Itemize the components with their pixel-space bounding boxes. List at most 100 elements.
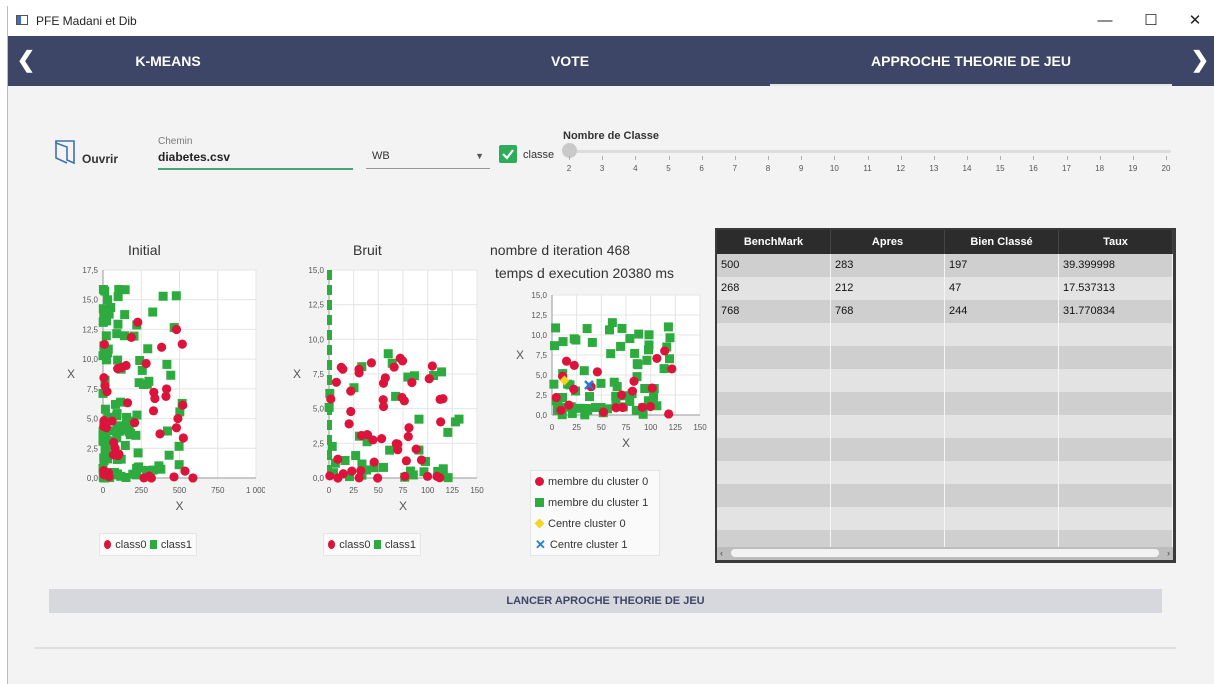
class0-point bbox=[148, 406, 159, 416]
scrollbar-thumb[interactable] bbox=[731, 549, 1159, 557]
table-cell bbox=[945, 323, 1059, 346]
table-row[interactable]: 500 283 197 39.399998 bbox=[717, 254, 1173, 277]
class1-point bbox=[643, 345, 653, 355]
y-tick-label: 7,5 bbox=[536, 351, 548, 360]
table-cell bbox=[831, 461, 945, 484]
x-tick-label: 100 bbox=[421, 486, 435, 495]
y-tick-label: 7,5 bbox=[313, 370, 325, 379]
table-row[interactable] bbox=[717, 484, 1173, 507]
table-row[interactable]: 768 768 244 31.770834 bbox=[717, 300, 1173, 323]
class0-point bbox=[569, 384, 579, 394]
class0-point bbox=[645, 401, 656, 412]
minimize-button[interactable]: — bbox=[1085, 10, 1125, 32]
class1-point bbox=[100, 404, 110, 414]
table-row[interactable] bbox=[717, 507, 1173, 530]
table-cell: 268 bbox=[717, 277, 831, 300]
y-tick-label: 15,0 bbox=[82, 296, 98, 305]
table-cell: 47 bbox=[945, 277, 1059, 300]
class1-point bbox=[112, 329, 122, 339]
path-input[interactable]: diabetes.csv bbox=[158, 150, 353, 170]
open-label[interactable]: Ouvrir bbox=[82, 152, 118, 166]
class1-point bbox=[154, 461, 164, 471]
y-tick-label: 10,0 bbox=[82, 355, 98, 364]
y-tick-label: 12,5 bbox=[82, 325, 98, 334]
class0-point bbox=[556, 405, 566, 415]
table-cell bbox=[831, 323, 945, 346]
class0-point bbox=[99, 339, 109, 349]
class1-point bbox=[101, 331, 111, 341]
class-count-slider[interactable] bbox=[568, 150, 1171, 153]
class0-point bbox=[569, 360, 579, 370]
class0-point bbox=[149, 387, 159, 397]
column-header-taux[interactable]: Taux bbox=[1059, 230, 1173, 254]
x-tick-label: 100 bbox=[644, 423, 658, 432]
open-file-button[interactable] bbox=[54, 138, 76, 171]
class0-point bbox=[432, 471, 442, 481]
class0-point bbox=[403, 431, 413, 442]
scroll-left-icon[interactable]: ‹ bbox=[720, 547, 723, 560]
scroll-right-icon[interactable]: › bbox=[1167, 547, 1170, 560]
horizontal-scrollbar[interactable]: ‹ › bbox=[717, 547, 1173, 560]
class1-point bbox=[351, 451, 361, 461]
y-tick-label: 15,0 bbox=[531, 291, 547, 300]
column-header-apres[interactable]: Apres bbox=[831, 230, 945, 254]
prev-tab-arrow-icon[interactable]: ❮ bbox=[14, 36, 38, 86]
close-button[interactable]: ✕ bbox=[1175, 10, 1214, 32]
run-game-theory-button[interactable]: LANCER APROCHE THEORIE DE JEU bbox=[49, 589, 1162, 613]
class0-point bbox=[103, 468, 113, 478]
class1-point bbox=[606, 349, 616, 359]
x-tick-label: 50 bbox=[374, 486, 383, 495]
class1-point bbox=[327, 450, 332, 460]
class0-point bbox=[99, 373, 109, 383]
initial-chart-title: Initial bbox=[128, 242, 161, 258]
next-tab-arrow-icon[interactable]: ❯ bbox=[1188, 36, 1212, 86]
class0-point bbox=[141, 358, 151, 369]
class0-point bbox=[362, 430, 372, 440]
class0-point bbox=[427, 361, 437, 371]
algorithm-select[interactable]: WB ▼ bbox=[366, 145, 490, 169]
table-row[interactable] bbox=[717, 323, 1173, 346]
class0-point bbox=[627, 386, 638, 396]
y-tick-label: 0,0 bbox=[536, 411, 548, 420]
column-header-benchmark[interactable]: BenchMark bbox=[717, 230, 831, 254]
table-cell bbox=[1059, 484, 1173, 507]
class1-point bbox=[663, 322, 673, 332]
class0-point bbox=[378, 378, 389, 388]
tab-approche-theorie-de-jeu[interactable]: APPROCHE THEORIE DE JEU bbox=[770, 36, 1172, 86]
table-row[interactable] bbox=[717, 392, 1173, 415]
class0-point bbox=[146, 473, 156, 483]
class0-point bbox=[404, 423, 414, 433]
slider-tick-label: 6 bbox=[699, 164, 704, 173]
column-header-bien-classe[interactable]: Bien Classé bbox=[945, 230, 1059, 254]
tab-kmeans[interactable]: K-MEANS bbox=[88, 36, 248, 86]
table-row[interactable]: 268 212 47 17.537313 bbox=[717, 277, 1173, 300]
app-icon bbox=[16, 15, 28, 25]
tab-vote[interactable]: VOTE bbox=[470, 36, 670, 86]
table-cell bbox=[717, 438, 831, 461]
table-cell bbox=[717, 323, 831, 346]
class1-point bbox=[116, 421, 126, 431]
class1-point bbox=[327, 420, 332, 430]
table-row[interactable] bbox=[717, 369, 1173, 392]
table-row[interactable] bbox=[717, 461, 1173, 484]
maximize-button[interactable]: ☐ bbox=[1131, 10, 1171, 32]
table-cell bbox=[831, 415, 945, 438]
class0-point bbox=[354, 364, 364, 374]
class1-point bbox=[625, 334, 635, 344]
table-cell bbox=[831, 484, 945, 507]
classe-checkbox[interactable] bbox=[499, 145, 517, 163]
table-row[interactable] bbox=[717, 438, 1173, 461]
path-label: Chemin bbox=[158, 136, 193, 147]
class0-point bbox=[133, 317, 143, 327]
table-row[interactable] bbox=[717, 530, 1173, 547]
table-cell bbox=[831, 530, 945, 547]
class0-point bbox=[366, 358, 377, 368]
table-row[interactable] bbox=[717, 415, 1173, 438]
slider-tick-mark bbox=[1099, 156, 1101, 160]
legend-class1: class1 bbox=[384, 538, 416, 551]
initial-scatter-chart: 0 250 500 750 1 000 0,0 2,5 5,0 7,5 10,0 12,5 15,0 1… bbox=[67, 266, 265, 513]
y-tick-label: 7,5 bbox=[87, 385, 99, 394]
class1-point bbox=[617, 323, 627, 333]
table-row[interactable] bbox=[717, 346, 1173, 369]
x-tick-label: 0 bbox=[550, 423, 555, 432]
